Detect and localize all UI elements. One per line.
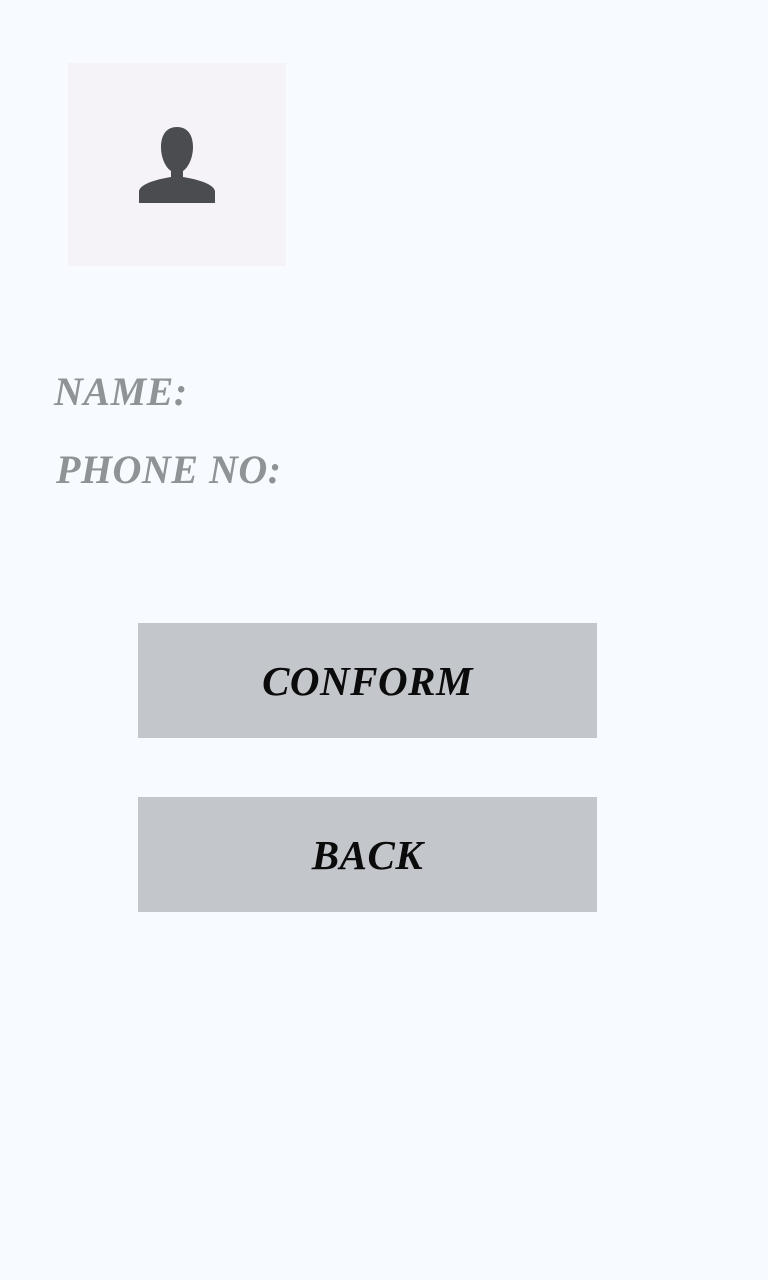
- back-button[interactable]: BACK: [138, 797, 597, 912]
- back-button-label: BACK: [311, 831, 424, 878]
- name-label: NAME:: [54, 369, 188, 414]
- profile-avatar[interactable]: [68, 63, 286, 266]
- phone-label: PHONE NO:: [56, 447, 282, 492]
- user-silhouette-icon: [135, 123, 219, 207]
- conform-button-label: CONFORM: [262, 657, 473, 704]
- conform-button[interactable]: CONFORM: [138, 623, 597, 738]
